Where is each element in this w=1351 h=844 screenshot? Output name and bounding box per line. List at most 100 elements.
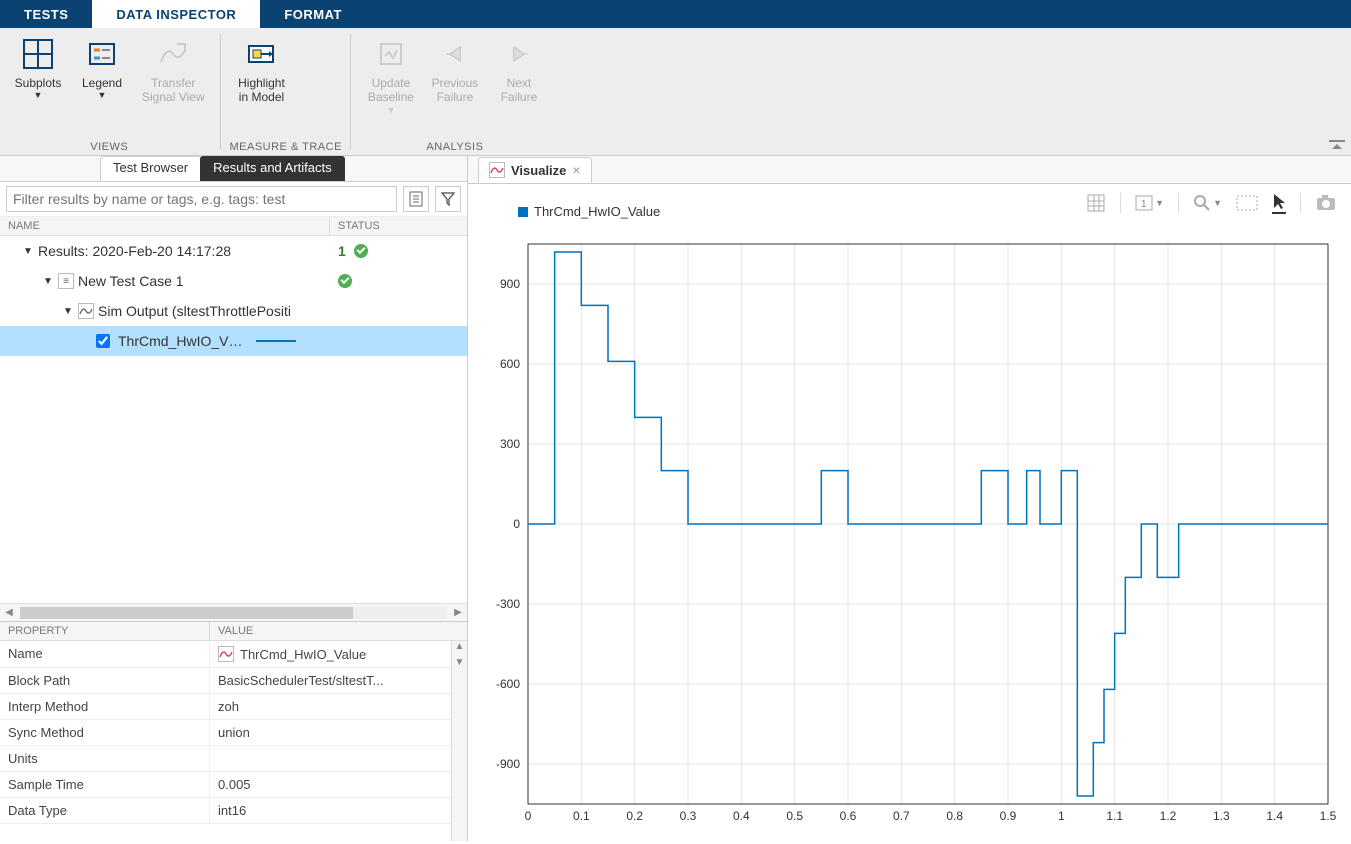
svg-text:0.5: 0.5	[786, 809, 803, 823]
legend-button[interactable]: Legend ▼	[70, 32, 134, 141]
results-tree: ▼Results: 2020-Feb-20 14:17:28 1 ▼≡New T…	[0, 236, 467, 603]
properties-panel: PROPERTY VALUE NameThrCmd_HwIO_ValueBloc…	[0, 621, 467, 841]
property-row: Block PathBasicSchedulerTest/sltestT...	[0, 668, 451, 694]
svg-text:0.4: 0.4	[733, 809, 750, 823]
property-key: Sample Time	[0, 772, 210, 797]
tree-row-testcase[interactable]: ▼≡New Test Case 1	[0, 266, 467, 296]
col-value-header: VALUE	[210, 622, 467, 640]
arrow-right-icon	[501, 36, 537, 72]
property-row: Data Typeint16	[0, 798, 451, 824]
svg-text:1.5: 1.5	[1320, 809, 1337, 823]
pass-icon	[354, 244, 368, 258]
chart-area: 1▼ ▼ ThrCmd_HwIO_Value -900-600-30003006…	[468, 184, 1351, 841]
tab-visualize[interactable]: Visualize ×	[478, 157, 592, 183]
scroll-down-icon[interactable]: ▼	[452, 657, 467, 673]
ribbon-collapse-button[interactable]	[1329, 138, 1345, 153]
previous-failure-button: Previous Failure	[423, 32, 487, 141]
highlight-icon	[243, 36, 279, 72]
svg-text:1.1: 1.1	[1106, 809, 1123, 823]
report-button[interactable]	[403, 186, 429, 212]
zoom-button[interactable]: ▼	[1193, 194, 1222, 212]
chart-plot[interactable]: -900-600-300030060090000.10.20.30.40.50.…	[478, 234, 1338, 844]
ribbon: Subplots ▼ Legend ▼ Transfer Signal View…	[0, 28, 1351, 156]
line-swatch	[256, 340, 296, 342]
property-row: Interp Methodzoh	[0, 694, 451, 720]
signal-checkbox[interactable]	[96, 334, 110, 348]
tree-row-signal[interactable]: ThrCmd_HwIO_V…	[0, 326, 467, 356]
update-baseline-button: Update Baseline ▼	[359, 32, 423, 141]
svg-text:1.3: 1.3	[1213, 809, 1230, 823]
caret-down-icon: ▼	[386, 105, 395, 116]
signal-icon	[78, 303, 94, 319]
subplots-icon	[20, 36, 56, 72]
close-icon[interactable]: ×	[572, 162, 580, 178]
property-row: NameThrCmd_HwIO_Value	[0, 641, 451, 668]
tab-data-inspector[interactable]: DATA INSPECTOR	[92, 0, 260, 28]
filter-button[interactable]	[435, 186, 461, 212]
svg-text:600: 600	[500, 357, 520, 371]
svg-text:0: 0	[513, 517, 520, 531]
expand-toggle-icon[interactable]: ▼	[42, 276, 54, 287]
tree-row-results[interactable]: ▼Results: 2020-Feb-20 14:17:28 1	[0, 236, 467, 266]
svg-text:1.4: 1.4	[1266, 809, 1283, 823]
svg-text:0.3: 0.3	[680, 809, 697, 823]
expand-toggle-icon[interactable]: ▼	[22, 246, 34, 257]
filter-input[interactable]	[6, 186, 397, 212]
property-key: Sync Method	[0, 720, 210, 745]
layout-button[interactable]: 1▼	[1135, 195, 1164, 211]
svg-text:-900: -900	[496, 757, 520, 771]
svg-text:300: 300	[500, 437, 520, 451]
cursor-button[interactable]	[1272, 192, 1286, 214]
tab-tests[interactable]: TESTS	[0, 0, 92, 28]
svg-text:0.2: 0.2	[626, 809, 643, 823]
caret-down-icon: ▼	[98, 90, 107, 101]
update-baseline-icon	[373, 36, 409, 72]
svg-text:0.9: 0.9	[1000, 809, 1017, 823]
svg-text:0.7: 0.7	[893, 809, 910, 823]
property-value: 0.005	[210, 772, 451, 797]
chart-toolbar: 1▼ ▼	[1086, 192, 1337, 214]
transfer-icon	[155, 36, 191, 72]
tab-format[interactable]: FORMAT	[260, 0, 366, 28]
ribbon-group-measure-label: MEASURE & TRACE	[229, 141, 341, 155]
tree-hscrollbar[interactable]: ◀ ▶	[0, 603, 467, 621]
scroll-up-icon[interactable]: ▲	[452, 641, 467, 657]
expand-toggle-icon[interactable]: ▼	[62, 306, 74, 317]
property-row: Sample Time0.005	[0, 772, 451, 798]
svg-text:0.8: 0.8	[946, 809, 963, 823]
top-tabstrip: TESTS DATA INSPECTOR FORMAT	[0, 0, 1351, 28]
tree-row-simoutput[interactable]: ▼Sim Output (sltestThrottlePositi	[0, 296, 467, 326]
scroll-left-icon[interactable]: ◀	[0, 607, 18, 618]
arrow-left-icon	[437, 36, 473, 72]
tab-test-browser[interactable]: Test Browser	[100, 156, 201, 181]
camera-button[interactable]	[1315, 194, 1337, 212]
highlight-in-model-button[interactable]: Highlight in Model	[229, 32, 293, 141]
fit-button[interactable]	[1236, 195, 1258, 211]
left-panel: Test Browser Results and Artifacts NAME …	[0, 156, 468, 841]
property-value: zoh	[210, 694, 451, 719]
property-key: Units	[0, 746, 210, 771]
legend-icon	[84, 36, 120, 72]
property-row: Units	[0, 746, 451, 772]
property-value	[210, 746, 451, 771]
grid-button[interactable]	[1086, 193, 1106, 213]
chart-legend: ThrCmd_HwIO_Value	[518, 204, 660, 219]
subplots-button[interactable]: Subplots ▼	[6, 32, 70, 141]
svg-text:1: 1	[1141, 199, 1147, 210]
property-row: Sync Methodunion	[0, 720, 451, 746]
tab-results-artifacts[interactable]: Results and Artifacts	[200, 156, 345, 181]
col-property-header: PROPERTY	[0, 622, 210, 640]
svg-text:-600: -600	[496, 677, 520, 691]
props-vscrollbar[interactable]: ▲ ▼	[451, 641, 467, 841]
col-status-header: STATUS	[330, 217, 467, 235]
scroll-right-icon[interactable]: ▶	[449, 607, 467, 618]
ribbon-group-analysis-label: ANALYSIS	[359, 141, 551, 155]
svg-text:1.2: 1.2	[1160, 809, 1177, 823]
right-panel: Visualize × 1▼ ▼ ThrCmd_HwIO_Value -900 -…	[468, 156, 1351, 841]
property-key: Interp Method	[0, 694, 210, 719]
property-value: int16	[210, 798, 451, 823]
document-icon: ≡	[58, 273, 74, 289]
legend-swatch	[518, 207, 528, 217]
next-failure-button: Next Failure	[487, 32, 551, 141]
svg-text:1: 1	[1058, 809, 1065, 823]
